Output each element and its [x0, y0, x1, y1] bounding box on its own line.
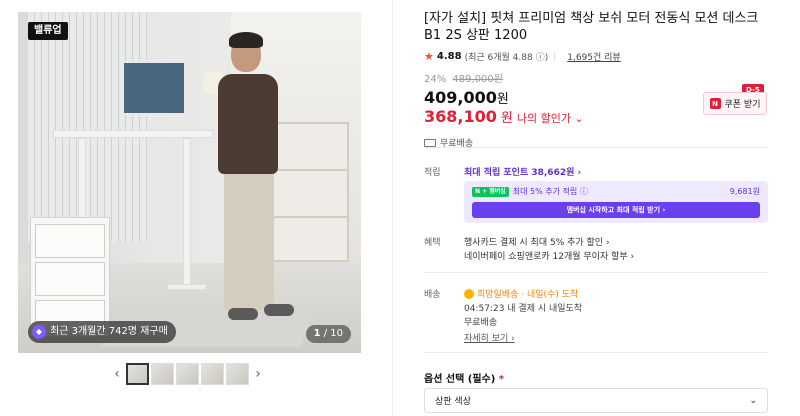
drawer-cabinet: [30, 217, 110, 337]
delivery-label: 배송: [424, 290, 441, 300]
drawer: [35, 224, 105, 258]
desk-top: [53, 130, 213, 138]
image-counter: 1 / 10: [305, 325, 351, 343]
person-legs: [224, 170, 274, 310]
max-points-link[interactable]: 최대 적립 포인트 38,662원 ›: [464, 165, 581, 178]
column-divider: [392, 0, 393, 416]
counter-total: / 10: [323, 328, 343, 339]
truck-icon: [424, 138, 436, 147]
section-divider: [424, 272, 768, 273]
original-price: 489,000원: [452, 74, 503, 85]
coupon-button[interactable]: N 쿠폰 받기: [703, 92, 767, 115]
desk-leg-right: [183, 138, 191, 288]
thumbnail-strip: ‹ ›: [110, 362, 270, 386]
sale-price-unit: 원: [496, 92, 509, 107]
chevron-down-icon: ⌄: [749, 395, 757, 406]
option-label-text: 옵션 선택 (필수): [424, 374, 496, 385]
delivery-cutoff: 04:57:23 내 결제 시 내일도착: [464, 304, 583, 314]
naver-plus-box: N + 멤버십 최대 5% 추가 적립 ⓘ 9,681원 멤버십 시작하고 최대…: [464, 181, 768, 223]
delivery-clock-icon: [464, 288, 474, 299]
option-select[interactable]: 상판 색상 ⌄: [424, 388, 768, 413]
thumbnail[interactable]: [126, 363, 149, 385]
coupon-label: 쿠폰 받기: [724, 100, 761, 110]
sale-price-value: 409,000: [424, 88, 497, 107]
membership-start-button[interactable]: 멤버십 시작하고 최대 적립 받기 ›: [472, 202, 760, 218]
thumbnail[interactable]: [151, 363, 174, 385]
brand-tag: 밸류업: [28, 22, 68, 40]
discount-row: 24% 489,000원: [424, 70, 774, 85]
separator: |: [553, 51, 557, 62]
info-icon[interactable]: ⓘ): [536, 50, 549, 63]
monitor-stand: [148, 116, 158, 130]
repurchase-badge: ◆ 최근 3개월간 742명 재구매: [28, 321, 176, 343]
benefits-label: 혜택: [424, 238, 441, 248]
person-shoe: [264, 304, 294, 316]
thumbnail[interactable]: [226, 363, 249, 385]
delivery-detail-link[interactable]: 자세히 보기 ›: [464, 331, 515, 344]
bag-icon: ◆: [32, 325, 46, 339]
product-info: [자가 설치] 핏쳐 프리미엄 책상 보쉬 모터 전동식 모션 데스크 B1 2…: [424, 10, 774, 149]
repurchase-text: 최근 3개월간 742명 재구매: [50, 326, 168, 337]
counter-current: 1: [313, 328, 321, 339]
product-page: 밸류업 ◆ 최근 3개월간 742명 재구매 1 / 10 ‹ › [자가 설치…: [0, 0, 800, 416]
review-link[interactable]: 1,695건 리뷰: [567, 50, 620, 63]
rating-row: ★ 4.88 (최근 6개월 4.88 ⓘ) | 1,695건 리뷰: [424, 50, 774, 63]
product-title: [자가 설치] 핏쳐 프리미엄 책상 보쉬 모터 전동식 모션 데스크 B1 2…: [424, 11, 759, 43]
drawer: [35, 262, 105, 296]
points-label: 적립: [424, 168, 441, 178]
rating-recent: (최근 6개월 4.88: [464, 53, 533, 63]
person-hair: [229, 32, 263, 48]
delivery-tag-text: 희망일배송 · 내일(수) 도착: [477, 290, 579, 300]
chevron-right-icon[interactable]: ›: [251, 362, 265, 386]
my-price-unit: 원: [500, 111, 513, 126]
star-icon: ★: [424, 50, 434, 63]
delivery-free: 무료배송: [464, 318, 498, 328]
desk-foot-right: [167, 284, 207, 290]
benefit-installment[interactable]: 네이버페이 쇼핑앤로카 12개월 무이자 할부 ›: [464, 249, 634, 262]
naver-n-icon: N: [709, 98, 721, 109]
person-body: [218, 74, 278, 174]
thumbnail[interactable]: [201, 363, 224, 385]
naver-plus-amount: 9,681원: [729, 187, 760, 196]
naver-plus-row: N + 멤버십 최대 5% 추가 적립 ⓘ 9,681원: [472, 186, 760, 197]
naver-plus-logo: N + 멤버십: [472, 186, 509, 197]
thumbnail[interactable]: [176, 363, 199, 385]
discount-percent: 24%: [424, 74, 447, 85]
my-price-label[interactable]: 나의 할인가 ⌄: [517, 110, 584, 126]
benefit-card-discount[interactable]: 행사카드 결제 시 최대 5% 추가 할인 ›: [464, 235, 610, 248]
naver-plus-extra: 최대 5% 추가 적립 ⓘ: [512, 187, 588, 196]
monitor: [121, 60, 187, 116]
my-price-value: 368,100: [424, 107, 497, 126]
section-divider: [424, 147, 768, 148]
option-label: 옵션 선택 (필수) *: [424, 370, 504, 385]
delivery-tag: 희망일배송 · 내일(수) 도착: [464, 287, 578, 300]
section-divider: [424, 352, 768, 353]
wall-decor: [28, 12, 148, 242]
option-selected: 상판 색상: [435, 397, 471, 407]
chevron-left-icon[interactable]: ‹: [110, 362, 124, 386]
person-shoe: [228, 308, 258, 320]
naver-plus-left: N + 멤버십 최대 5% 추가 적립 ⓘ: [472, 186, 588, 197]
background-shelf: [269, 122, 349, 262]
rating-value: 4.88: [436, 51, 462, 62]
product-main-image[interactable]: 밸류업 ◆ 최근 3개월간 742명 재구매 1 / 10: [18, 12, 361, 353]
required-mark: *: [498, 374, 505, 385]
